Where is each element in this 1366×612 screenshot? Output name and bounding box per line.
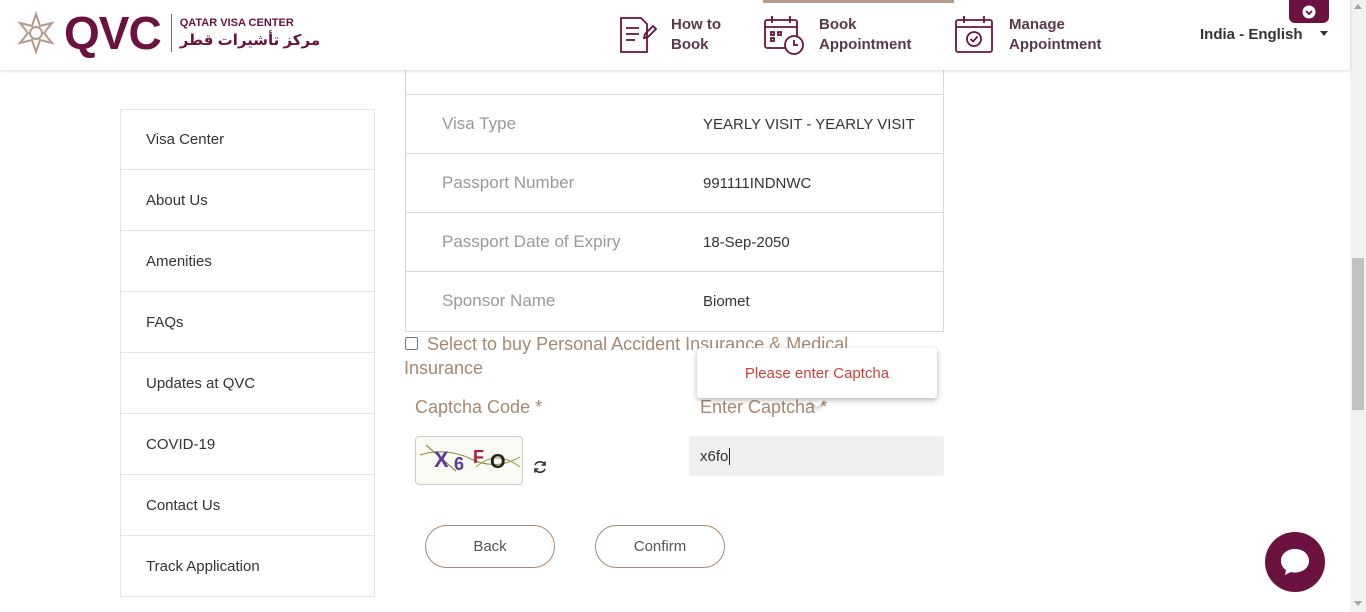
chat-bubble-icon bbox=[1281, 549, 1309, 575]
table-row: Sponsor Name Biomet bbox=[406, 271, 943, 330]
logo-subtitle-ar: مركز تأشيرات قطر bbox=[179, 32, 321, 49]
back-button[interactable]: Back bbox=[425, 525, 555, 568]
nav-how-to-book[interactable]: How to Book bbox=[615, 0, 771, 70]
sidebar-menu: Visa Center About Us Amenities FAQs Upda… bbox=[120, 109, 375, 597]
chevron-down-circle-icon bbox=[1302, 5, 1316, 18]
application-details-table: Visa Type YEARLY VISIT - YEARLY VISIT Pa… bbox=[405, 70, 944, 332]
detail-label: Passport Number bbox=[442, 173, 575, 192]
captcha-input[interactable]: x6fo bbox=[689, 436, 944, 476]
sidebar-item-visa-center[interactable]: Visa Center bbox=[120, 109, 375, 170]
detail-value: 18-Sep-2050 bbox=[703, 233, 790, 251]
language-selector[interactable]: India - English bbox=[1200, 26, 1303, 43]
star-emblem-icon bbox=[17, 11, 55, 55]
scroll-up-arrow-icon[interactable] bbox=[1354, 4, 1362, 9]
confirm-button[interactable]: Confirm bbox=[595, 525, 725, 568]
captcha-graphic: X 6 F O bbox=[419, 444, 521, 474]
captcha-image: X 6 F O bbox=[415, 436, 523, 485]
document-edit-icon bbox=[620, 17, 657, 53]
svg-text:6: 6 bbox=[454, 454, 464, 474]
detail-value: 991111INDNWC bbox=[703, 174, 812, 192]
sidebar-item-contact-us[interactable]: Contact Us bbox=[120, 475, 375, 536]
enter-captcha-label: Enter Captcha * bbox=[700, 397, 828, 417]
nav-book-appointment-label: Book Appointment bbox=[819, 16, 912, 53]
table-row: Passport Number 991111INDNWC bbox=[406, 153, 943, 212]
logo-divider bbox=[170, 14, 172, 52]
validation-tooltip: Please enter Captcha bbox=[697, 348, 937, 398]
caret-down-icon[interactable] bbox=[1320, 31, 1328, 36]
qvc-logo[interactable]: QVC QATAR VISA CENTER مركز تأشيرات قطر bbox=[14, 10, 320, 56]
nav-manage-appointment[interactable]: Manage Appointment bbox=[953, 0, 1109, 70]
scroll-thumb[interactable] bbox=[1352, 258, 1364, 410]
captcha-input-value: x6fo bbox=[700, 447, 729, 465]
detail-label: Sponsor Name bbox=[442, 291, 556, 310]
logo-subtitle-en: QATAR VISA CENTER bbox=[179, 17, 294, 29]
captcha-code-label: Captcha Code * bbox=[415, 397, 543, 417]
table-row: Visa Type YEARLY VISIT - YEARLY VISIT bbox=[406, 94, 943, 153]
calendar-clock-icon bbox=[764, 16, 804, 55]
logo-subtitle: QATAR VISA CENTER مركز تأشيرات قطر bbox=[180, 17, 320, 49]
svg-text:O: O bbox=[490, 451, 506, 473]
nav-manage-appointment-label: Manage Appointment bbox=[1009, 16, 1102, 53]
svg-text:X: X bbox=[434, 447, 449, 472]
insurance-checkbox[interactable] bbox=[405, 337, 418, 350]
detail-label: Passport Date of Expiry bbox=[442, 232, 621, 251]
text-caret bbox=[729, 447, 731, 465]
calendar-check-icon bbox=[955, 16, 993, 53]
chat-button[interactable] bbox=[1265, 532, 1325, 592]
sidebar-item-updates[interactable]: Updates at QVC bbox=[120, 353, 375, 414]
svg-text:F: F bbox=[473, 447, 484, 467]
nav-book-appointment[interactable]: Book Appointment bbox=[763, 0, 919, 70]
page-scrollbar[interactable] bbox=[1350, 0, 1366, 612]
refresh-icon[interactable] bbox=[532, 459, 548, 475]
detail-value: YEARLY VISIT - YEARLY VISIT bbox=[703, 115, 915, 133]
scroll-down-arrow-icon[interactable] bbox=[1354, 601, 1362, 606]
sidebar-item-about-us[interactable]: About Us bbox=[120, 170, 375, 231]
sidebar-item-covid[interactable]: COVID-19 bbox=[120, 414, 375, 475]
sidebar-item-faqs[interactable]: FAQs bbox=[120, 292, 375, 353]
nav-how-to-book-label: How to Book bbox=[671, 16, 721, 53]
table-row: Passport Date of Expiry 18-Sep-2050 bbox=[406, 212, 943, 271]
sidebar-item-track-application[interactable]: Track Application bbox=[120, 536, 375, 597]
logo-wordmark: QVC bbox=[64, 7, 162, 59]
detail-value: Biomet bbox=[703, 292, 750, 310]
site-header: QVC QATAR VISA CENTER مركز تأشيرات قطر H… bbox=[0, 0, 1350, 70]
expand-tab[interactable] bbox=[1289, 0, 1329, 23]
sidebar-item-amenities[interactable]: Amenities bbox=[120, 231, 375, 292]
detail-label: Visa Type bbox=[442, 114, 517, 133]
